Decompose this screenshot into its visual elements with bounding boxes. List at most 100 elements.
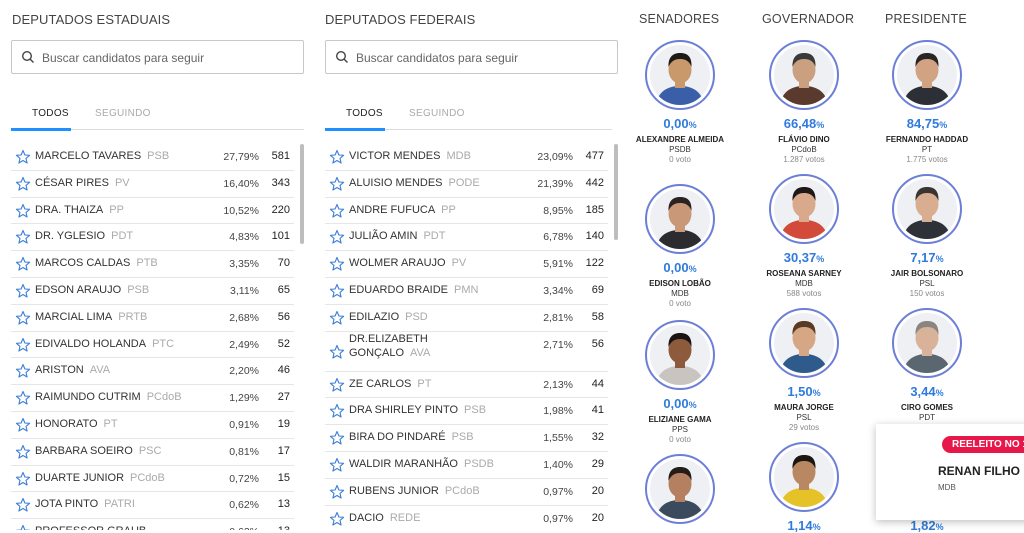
star-icon[interactable] <box>15 337 31 353</box>
star-icon[interactable] <box>15 444 31 460</box>
star-icon[interactable] <box>15 256 31 272</box>
candidate-party: AVA <box>410 346 431 359</box>
star-icon[interactable] <box>329 430 345 446</box>
star-icon[interactable] <box>329 203 345 219</box>
reelected-popup[interactable]: REELEITO NO 1º RENAN FILHO MDB <box>876 424 1024 520</box>
candidate-row[interactable]: WALDIR MARANHÃO PSDB 1,40% 29 <box>325 452 608 479</box>
candidate-name: EDIVALDO HOLANDA PTC <box>35 337 175 350</box>
candidate-name: MARCELO TAVARES PSB <box>35 150 170 162</box>
star-icon[interactable] <box>15 363 31 379</box>
star-icon[interactable] <box>15 229 31 245</box>
star-icon[interactable] <box>15 417 31 433</box>
candidate-name: ELIZIANE GAMA <box>648 415 712 424</box>
candidate-row[interactable]: BIRA DO PINDARÉ PSB 1,55% 32 <box>325 425 608 452</box>
candidate-percentage: 0,00% <box>663 260 697 275</box>
candidate-row[interactable]: RUBENS JUNIOR PCdoB 0,97% 20 <box>325 479 608 506</box>
candidate-card[interactable]: 30,37% ROSEANA SARNEY MDB 588 votos <box>744 174 864 299</box>
candidate-card[interactable]: 84,75% FERNANDO HADDAD PT 1.775 votos <box>867 40 987 165</box>
candidate-card[interactable]: 0,00% EDISON LOBÃO MDB 0 voto <box>620 184 740 309</box>
candidate-card[interactable]: 7,17% JAIR BOLSONARO PSL 150 votos <box>867 174 987 299</box>
star-icon[interactable] <box>329 283 345 299</box>
candidate-name: DUARTE JUNIOR PCdoB <box>35 471 165 484</box>
candidate-party: PP <box>109 203 124 216</box>
estaduais-search-box[interactable] <box>11 40 304 74</box>
star-icon[interactable] <box>15 390 31 406</box>
federais-search-box[interactable] <box>325 40 618 74</box>
candidate-row[interactable]: WOLMER ARAUJO PV 5,91% 122 <box>325 251 608 278</box>
star-icon[interactable] <box>329 310 345 326</box>
candidate-row[interactable]: EDILAZIO PSD 2,81% 58 <box>325 305 608 332</box>
star-icon[interactable] <box>15 149 31 165</box>
estaduais-search-input[interactable] <box>42 48 282 68</box>
candidate-row[interactable]: JULIÃO AMIN PDT 6,78% 140 <box>325 224 608 252</box>
candidate-row[interactable]: EDIVALDO HOLANDA PTC 2,49% 52 <box>11 332 294 359</box>
candidate-name: DACIO REDE <box>349 511 421 524</box>
star-icon[interactable] <box>329 256 345 272</box>
tab-seguindo[interactable]: SEGUINDO <box>409 108 465 119</box>
candidate-votes: 150 votos <box>909 289 945 298</box>
candidate-photo <box>774 447 834 507</box>
tab-todos[interactable]: TODOS <box>346 108 383 119</box>
tab-todos[interactable]: TODOS <box>32 108 69 119</box>
star-icon[interactable] <box>15 524 31 530</box>
candidate-party: PV <box>114 176 130 189</box>
candidate-row[interactable]: DUARTE JUNIOR PCdoB 0,72% 15 <box>11 466 294 493</box>
federais-search-input[interactable] <box>356 48 596 68</box>
federais-scrollbar[interactable] <box>614 144 618 240</box>
star-icon[interactable] <box>15 283 31 299</box>
candidate-name: RAIMUNDO CUTRIM PCdoB <box>35 391 182 404</box>
candidate-row[interactable]: DRA SHIRLEY PINTO PSB 1,98% 41 <box>325 398 608 426</box>
candidate-percentage: 1,98% <box>543 405 573 418</box>
candidate-row[interactable]: RAIMUNDO CUTRIM PCdoB 1,29% 27 <box>11 385 294 412</box>
star-icon[interactable] <box>15 176 31 192</box>
estaduais-scrollbar[interactable] <box>300 144 304 244</box>
candidate-row[interactable]: DR.ELIZABETH GONÇALO AVA 2,71% 56 <box>325 332 608 372</box>
star-icon[interactable] <box>329 484 345 500</box>
candidate-card[interactable] <box>620 454 740 524</box>
candidate-row[interactable]: DACIO REDE 0,97% 20 <box>325 506 608 530</box>
candidate-row[interactable]: VICTOR MENDES MDB 23,09% 477 <box>325 144 608 171</box>
popup-candidate-party: MDB <box>938 483 956 492</box>
candidate-party: PSL <box>796 413 812 422</box>
candidate-card[interactable]: 1,50% MAURA JORGE PSL 29 votos <box>744 308 864 433</box>
candidate-name: ALUISIO MENDES PODE <box>349 176 480 189</box>
star-icon[interactable] <box>329 149 345 165</box>
candidate-card[interactable]: 0,00% ALEXANDRE ALMEIDA PSDB 0 voto <box>620 40 740 165</box>
candidate-votes: 17 <box>277 444 290 457</box>
candidate-name: MARCIAL LIMA PRTB <box>35 310 148 323</box>
candidate-card[interactable]: 0,00% ELIZIANE GAMA PPS 0 voto <box>620 320 740 445</box>
candidate-row[interactable]: ANDRE FUFUCA PP 8,95% 185 <box>325 198 608 225</box>
star-icon[interactable] <box>329 176 345 192</box>
candidate-row[interactable]: JOTA PINTO PATRI 0,62% 13 <box>11 492 294 520</box>
candidate-row[interactable]: DRA. THAIZA PP 10,52% 220 <box>11 198 294 225</box>
star-icon[interactable] <box>15 497 31 513</box>
candidate-row[interactable]: PROFESSOR GRAUB 0,62% 13 <box>11 519 294 530</box>
candidate-percentage: 0,00% <box>663 116 697 131</box>
candidate-row[interactable]: EDSON ARAUJO PSB 3,11% 65 <box>11 278 294 305</box>
candidate-row[interactable]: CÉSAR PIRES PV 16,40% 343 <box>11 171 294 198</box>
candidate-row[interactable]: MARCOS CALDAS PTB 3,35% 70 <box>11 251 294 278</box>
star-icon[interactable] <box>329 511 345 527</box>
candidate-card[interactable]: 66,48% FLÁVIO DINO PCdoB 1.287 votos <box>744 40 864 165</box>
candidate-row[interactable]: HONORATO PT 0,91% 19 <box>11 412 294 439</box>
star-icon[interactable] <box>329 344 345 360</box>
star-icon[interactable] <box>329 457 345 473</box>
star-icon[interactable] <box>15 471 31 487</box>
star-icon[interactable] <box>329 229 345 245</box>
candidate-row[interactable]: BARBARA SOEIRO PSC 0,81% 17 <box>11 439 294 466</box>
candidate-row[interactable]: EDUARDO BRAIDE PMN 3,34% 69 <box>325 278 608 305</box>
star-icon[interactable] <box>329 377 345 393</box>
candidate-card[interactable]: 1,14% <box>744 442 864 533</box>
candidate-card[interactable]: 3,44% CIRO GOMES PDT <box>867 308 987 423</box>
star-icon[interactable] <box>15 203 31 219</box>
candidate-row[interactable]: MARCELO TAVARES PSB 27,79% 581 <box>11 144 294 171</box>
tab-seguindo[interactable]: SEGUINDO <box>95 108 151 119</box>
candidate-row[interactable]: DR. YGLESIO PDT 4,83% 101 <box>11 224 294 252</box>
candidate-row[interactable]: ZE CARLOS PT 2,13% 44 <box>325 372 608 399</box>
candidate-row[interactable]: ARISTON AVA 2,20% 46 <box>11 358 294 386</box>
candidate-row[interactable]: MARCIAL LIMA PRTB 2,68% 56 <box>11 305 294 332</box>
star-icon[interactable] <box>15 310 31 326</box>
candidate-row[interactable]: ALUISIO MENDES PODE 21,39% 442 <box>325 171 608 198</box>
star-icon[interactable] <box>329 403 345 419</box>
candidate-percentage: 0,81% <box>229 445 259 458</box>
